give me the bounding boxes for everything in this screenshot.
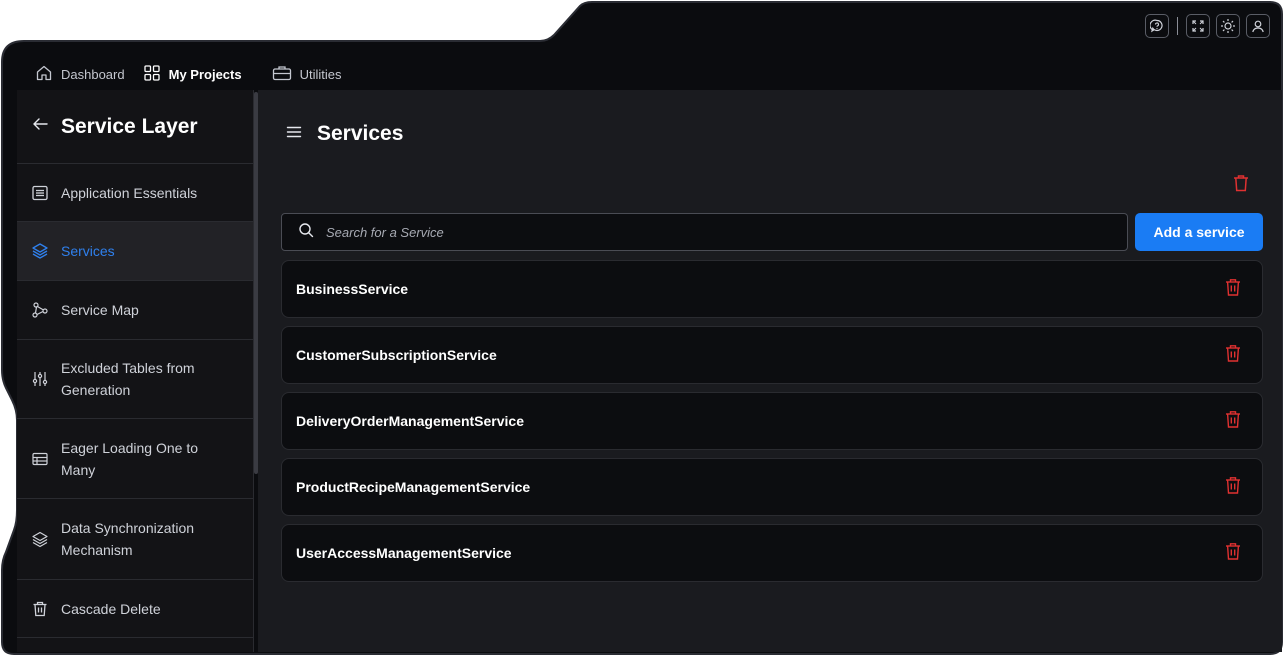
trash-icon <box>1231 175 1251 197</box>
list-item[interactable]: DeliveryOrderManagementService <box>281 392 1263 450</box>
delete-all-button[interactable] <box>1231 173 1251 198</box>
home-icon <box>35 64 53 85</box>
grid-icon <box>143 64 161 85</box>
sidebar-item-eager-loading[interactable]: Eager Loading One to Many <box>17 419 253 499</box>
service-name: UserAccessManagementService <box>296 545 512 561</box>
user-icon[interactable] <box>1246 14 1270 38</box>
service-name: DeliveryOrderManagementService <box>296 413 524 429</box>
help-icon[interactable] <box>1145 14 1169 38</box>
sidebar-item-application-essentials[interactable]: Application Essentials <box>17 164 253 222</box>
delete-service-icon[interactable] <box>1224 475 1242 500</box>
list-item[interactable]: CustomerSubscriptionService <box>281 326 1263 384</box>
graph-icon <box>31 301 49 319</box>
service-name: CustomerSubscriptionService <box>296 347 497 363</box>
search-field[interactable] <box>281 213 1128 251</box>
trash-icon <box>31 600 49 618</box>
add-service-button[interactable]: Add a service <box>1135 213 1263 251</box>
services-list: BusinessService CustomerSubscriptionServ… <box>281 260 1263 590</box>
content-header: Services <box>285 122 403 146</box>
fullscreen-icon[interactable] <box>1186 14 1210 38</box>
delete-service-icon[interactable] <box>1224 541 1242 566</box>
sidebar: Service Layer Application Essentials Ser… <box>17 90 254 652</box>
sidebar-item-excluded-tables[interactable]: Excluded Tables from Generation <box>17 340 253 419</box>
back-arrow-icon[interactable] <box>31 115 49 138</box>
sidebar-item-label: Services <box>61 243 115 259</box>
service-name: BusinessService <box>296 281 409 297</box>
tab-dashboard[interactable]: Dashboard <box>26 55 134 93</box>
top-toolbar <box>1145 14 1270 38</box>
delete-service-icon[interactable] <box>1224 343 1242 368</box>
list-item[interactable]: ProductRecipeManagementService <box>281 458 1263 516</box>
main-nav: Dashboard My Projects Utilities <box>26 55 351 93</box>
sliders-icon <box>31 370 49 388</box>
tab-dashboard-label: Dashboard <box>61 66 125 82</box>
sidebar-item-label: Cascade Delete <box>61 600 161 617</box>
main-content: Services Add a service BusinessService C… <box>258 90 1282 652</box>
briefcase-icon <box>272 64 292 85</box>
sidebar-item-cascade-delete[interactable]: Cascade Delete <box>17 580 253 638</box>
sidebar-header: Service Layer <box>17 90 253 164</box>
tab-utilities-label: Utilities <box>299 66 342 82</box>
list-item[interactable]: BusinessService <box>281 260 1263 318</box>
sidebar-item-label: Eager Loading One to Many <box>61 439 198 478</box>
list-item[interactable]: UserAccessManagementService <box>281 524 1263 582</box>
tab-my-projects-label: My Projects <box>168 66 242 82</box>
sidebar-item-services[interactable]: Services <box>17 222 253 281</box>
list-icon <box>31 184 49 202</box>
sidebar-item-label: Application Essentials <box>61 184 198 201</box>
tab-my-projects[interactable]: My Projects <box>133 55 251 93</box>
delete-service-icon[interactable] <box>1224 277 1242 302</box>
toolbar-divider <box>1177 17 1178 35</box>
delete-service-icon[interactable] <box>1224 409 1242 434</box>
menu-icon[interactable] <box>285 123 303 146</box>
layers-icon <box>31 242 49 260</box>
sidebar-item-label: Data Synchronization Mechanism <box>61 520 195 558</box>
search-icon <box>298 222 314 243</box>
sidebar-item-data-synchronization[interactable]: Data Synchronization Mechanism <box>17 499 253 580</box>
theme-icon[interactable] <box>1216 14 1240 38</box>
table-icon <box>31 450 49 468</box>
sidebar-item-service-map[interactable]: Service Map <box>17 281 253 340</box>
service-name: ProductRecipeManagementService <box>296 479 531 495</box>
sidebar-title: Service Layer <box>61 114 198 138</box>
stack-icon <box>31 530 49 548</box>
sidebar-item-label: Service Map <box>61 302 139 318</box>
page-title: Services <box>317 122 404 145</box>
sidebar-item-label: Excluded Tables from Generation <box>61 360 195 398</box>
search-input[interactable] <box>326 224 1026 240</box>
tab-utilities[interactable]: Utilities <box>263 55 351 93</box>
